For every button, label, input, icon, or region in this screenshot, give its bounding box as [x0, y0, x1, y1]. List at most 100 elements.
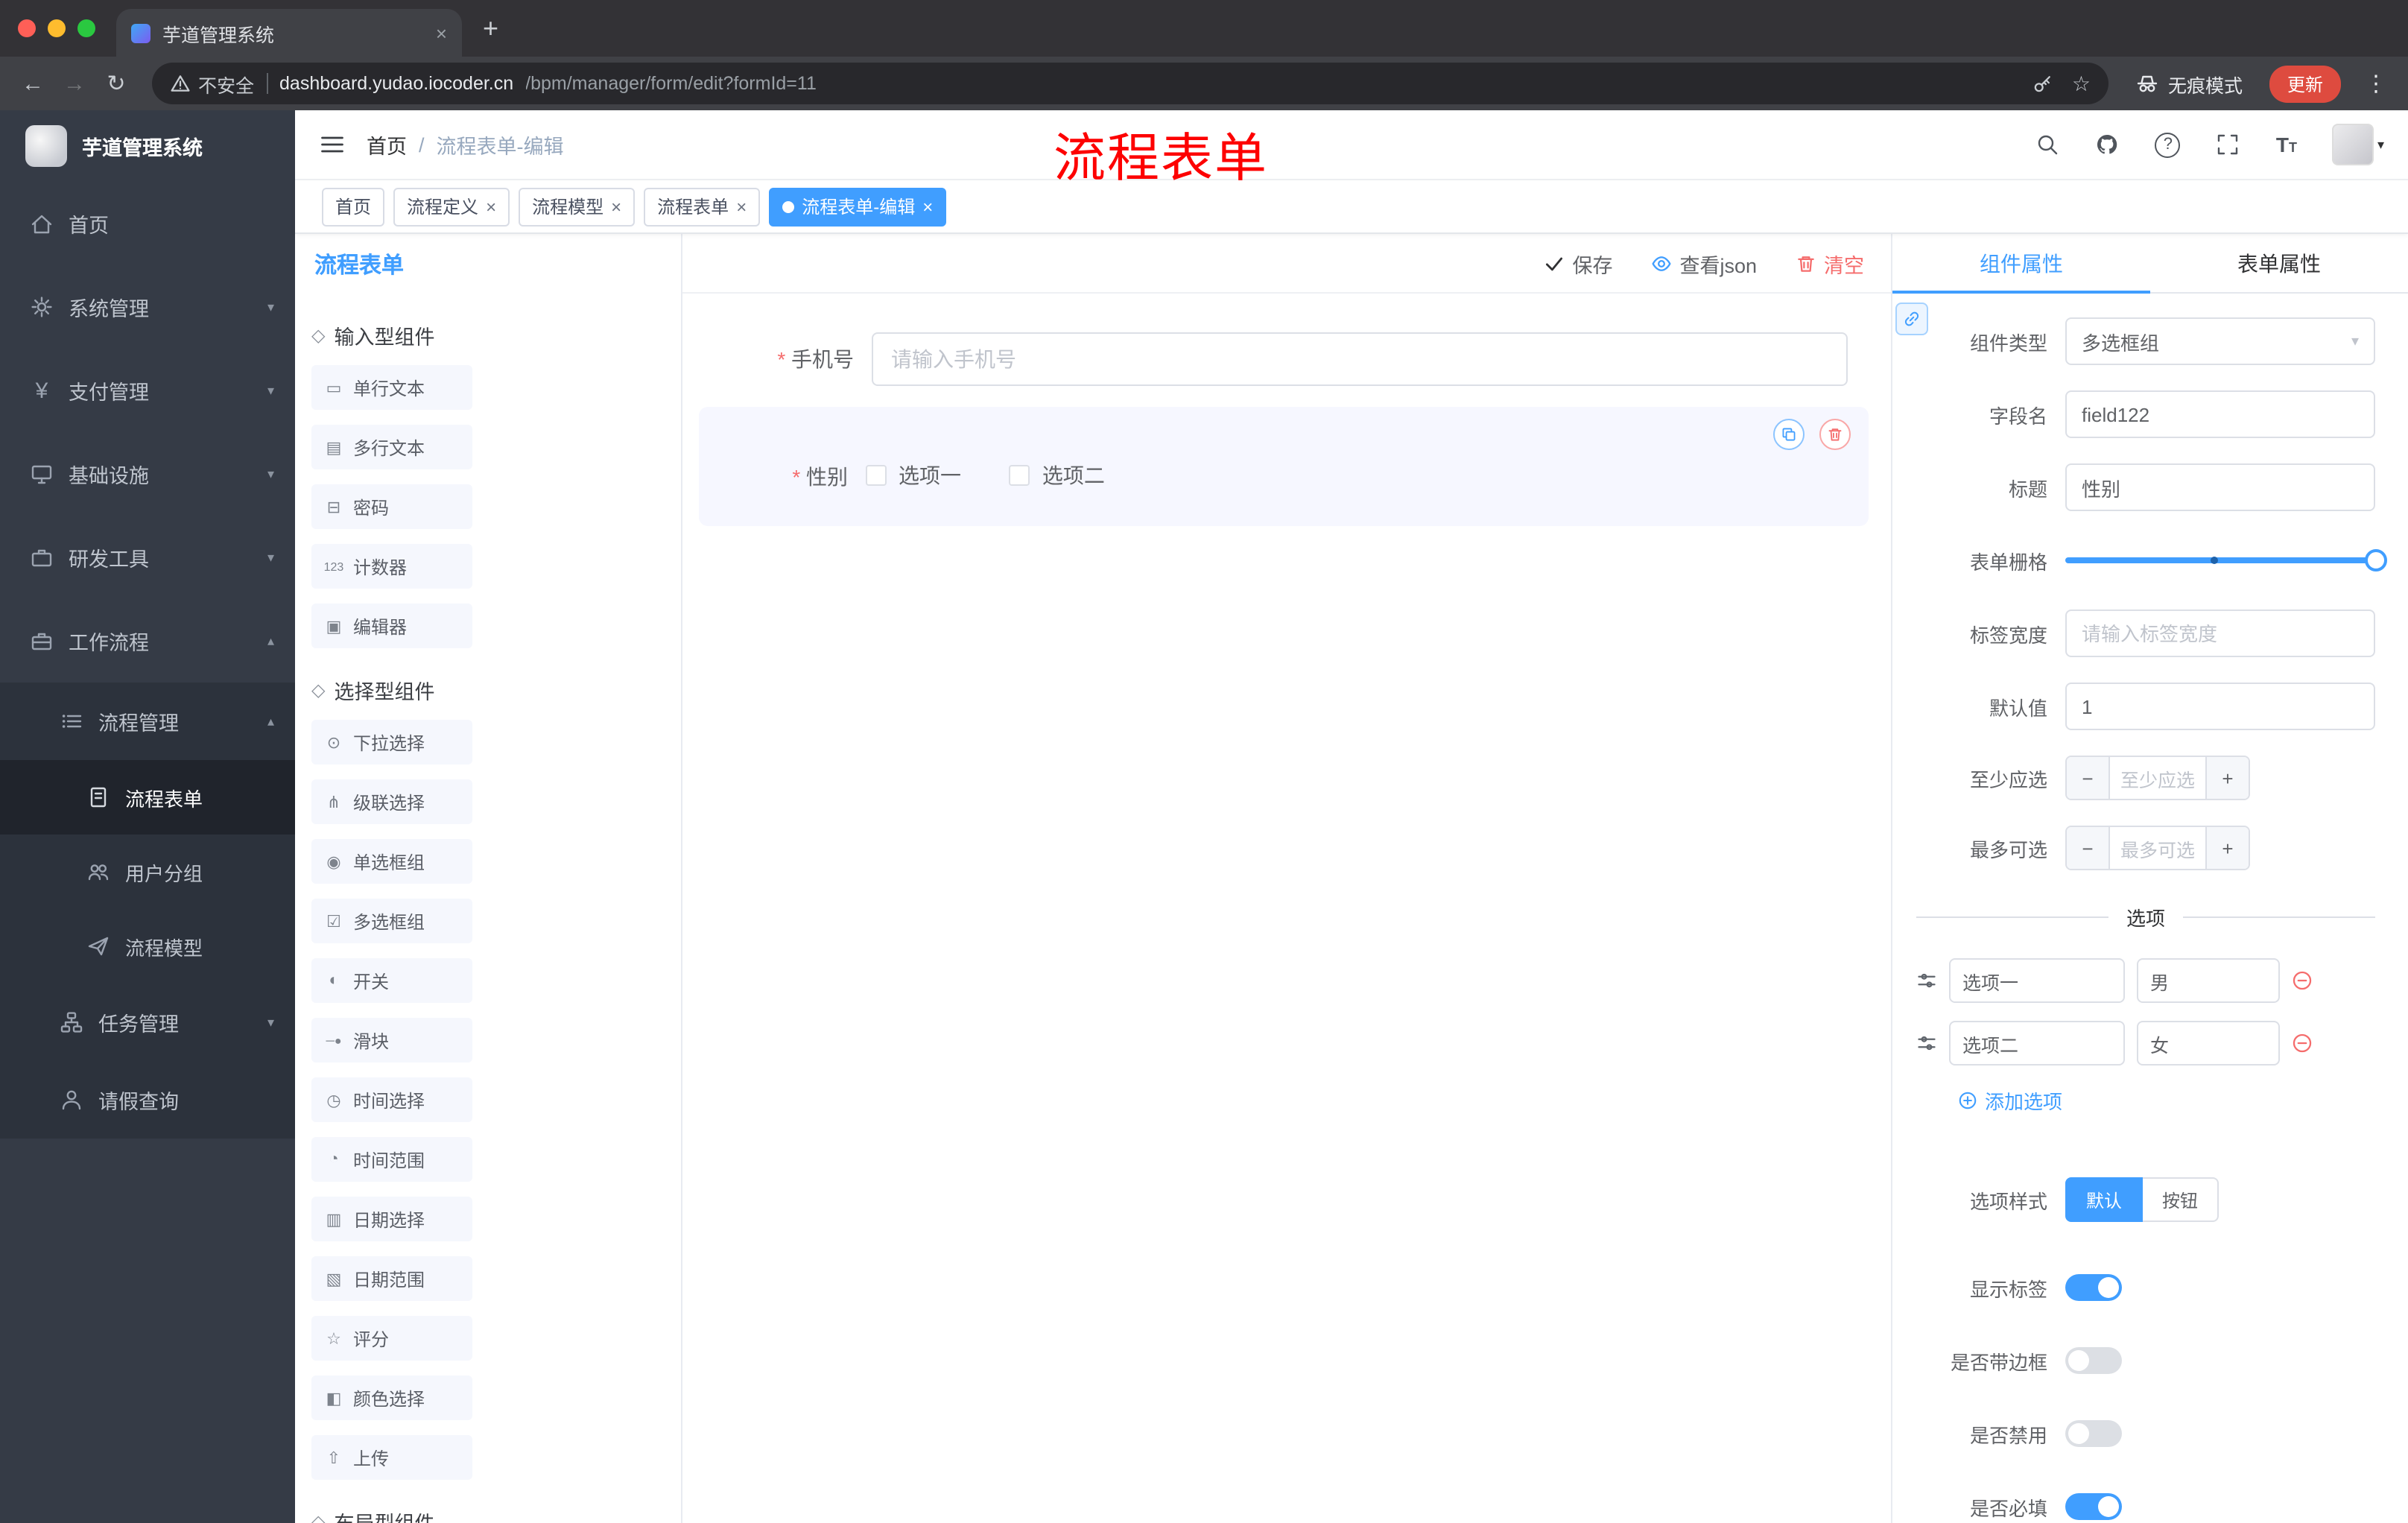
gender-option-2[interactable]: 选项二 — [1009, 460, 1105, 490]
tag-home[interactable]: 首页 — [322, 187, 385, 226]
tab-form-props[interactable]: 表单属性 — [2150, 234, 2408, 292]
tab-close-icon[interactable]: × — [436, 22, 447, 44]
stepper-minus-button[interactable]: − — [2067, 827, 2110, 869]
border-toggle[interactable] — [2065, 1347, 2122, 1374]
drag-handle-icon[interactable] — [1916, 970, 1937, 991]
canvas-field-phone[interactable]: 手机号 — [705, 332, 1848, 386]
tag-process-model[interactable]: 流程模型 × — [519, 187, 636, 226]
palette-item-switch[interactable]: ◐ 开关 — [311, 958, 472, 1003]
sidebar-item-payment[interactable]: ¥ 支付管理 ▾ — [0, 349, 295, 432]
palette-item-slider[interactable]: ─● 滑块 — [311, 1018, 472, 1063]
sidebar-item-process-management[interactable]: 流程管理 ▴ — [0, 683, 295, 760]
reload-button[interactable]: ↻ — [98, 70, 134, 97]
stepper-plus-button[interactable]: + — [2205, 757, 2249, 799]
show-label-toggle[interactable] — [2065, 1274, 2122, 1301]
remove-option-button[interactable] — [2292, 1033, 2313, 1054]
window-minimize-button[interactable] — [48, 19, 66, 37]
field-name-input[interactable] — [2065, 390, 2375, 438]
copy-component-button[interactable] — [1773, 419, 1805, 450]
sidebar-item-infrastructure[interactable]: 基础设施 ▾ — [0, 432, 295, 516]
required-toggle[interactable] — [2065, 1493, 2122, 1520]
label-width-input[interactable] — [2065, 609, 2375, 657]
gender-option-1[interactable]: 选项一 — [866, 460, 961, 490]
font-size-icon[interactable]: TT — [2276, 133, 2297, 156]
tag-close-icon[interactable]: × — [486, 196, 496, 217]
palette-item-upload[interactable]: ⇧ 上传 — [311, 1435, 472, 1480]
browser-update-button[interactable]: 更新 — [2269, 65, 2341, 102]
style-button-button[interactable]: 按钮 — [2143, 1177, 2220, 1222]
phone-input[interactable] — [872, 332, 1848, 386]
sidebar-item-leave-query[interactable]: 请假查询 — [0, 1061, 295, 1139]
browser-tab[interactable]: 芋道管理系统 × — [116, 9, 462, 57]
palette-item-cascader[interactable]: ⋔ 级联选择 — [311, 779, 472, 824]
stepper-plus-button[interactable]: + — [2205, 827, 2249, 869]
stepper-value[interactable]: 最多可选 — [2110, 827, 2205, 869]
palette-item-rate[interactable]: ☆ 评分 — [311, 1316, 472, 1361]
tag-close-icon[interactable]: × — [736, 196, 747, 217]
canvas-field-gender-selected[interactable]: 性别 选项一 选项二 — [699, 407, 1869, 526]
security-status[interactable]: 不安全 — [170, 69, 254, 98]
palette-item-time-range[interactable]: ◔ 时间范围 — [311, 1137, 472, 1182]
stepper-value[interactable]: 至少应选 — [2110, 757, 2205, 799]
delete-component-button[interactable] — [1819, 419, 1851, 450]
stepper-minus-button[interactable]: − — [2067, 757, 2110, 799]
palette-item-date-range[interactable]: ▧ 日期范围 — [311, 1256, 472, 1301]
sidebar-item-task-management[interactable]: 任务管理 ▾ — [0, 984, 295, 1061]
help-icon[interactable]: ? — [2155, 132, 2181, 157]
clear-button[interactable]: 清空 — [1796, 248, 1864, 278]
tag-close-icon[interactable]: × — [922, 196, 933, 217]
search-icon[interactable] — [2036, 133, 2060, 156]
window-zoom-button[interactable] — [77, 19, 95, 37]
window-close-button[interactable] — [18, 19, 36, 37]
palette-item-radio-group[interactable]: ◉ 单选框组 — [311, 839, 472, 884]
hamburger-icon[interactable] — [319, 131, 346, 158]
disabled-toggle[interactable] — [2065, 1420, 2122, 1447]
sidebar-item-system[interactable]: 系统管理 ▾ — [0, 265, 295, 349]
password-key-icon[interactable] — [2033, 73, 2054, 94]
fullscreen-icon[interactable] — [2217, 133, 2240, 156]
forward-button[interactable]: → — [57, 71, 92, 96]
option-label-input[interactable] — [1949, 1021, 2125, 1066]
sidebar-item-devtools[interactable]: 研发工具 ▾ — [0, 516, 295, 599]
option-label-input[interactable] — [1949, 958, 2125, 1003]
sidebar-item-process-form[interactable]: 流程表单 — [0, 760, 295, 835]
palette-item-multi-line-text[interactable]: ▤ 多行文本 — [311, 425, 472, 469]
palette-item-date-picker[interactable]: ▥ 日期选择 — [311, 1197, 472, 1241]
sidebar-item-user-group[interactable]: 用户分组 — [0, 835, 295, 909]
browser-menu-icon[interactable]: ⋮ — [2359, 70, 2393, 97]
user-avatar[interactable] — [2332, 124, 2374, 165]
view-json-button[interactable]: 查看json — [1651, 248, 1757, 278]
new-tab-button[interactable]: + — [483, 13, 498, 44]
address-bar[interactable]: 不安全 dashboard.yudao.iocoder.cn /bpm/mana… — [152, 63, 2108, 104]
back-button[interactable]: ← — [15, 71, 51, 96]
palette-item-checkbox-group[interactable]: ☑ 多选框组 — [311, 899, 472, 943]
palette-item-time-picker[interactable]: ◷ 时间选择 — [311, 1077, 472, 1122]
sidebar-item-workflow[interactable]: 工作流程 ▴ — [0, 599, 295, 683]
default-value-input[interactable] — [2065, 683, 2375, 730]
tag-process-form-edit[interactable]: 流程表单-编辑 × — [769, 187, 947, 226]
component-type-select[interactable]: 多选框组 ▾ — [2065, 317, 2375, 365]
style-default-button[interactable]: 默认 — [2065, 1177, 2144, 1222]
grid-slider[interactable] — [2065, 536, 2387, 584]
title-input[interactable] — [2065, 463, 2375, 511]
tag-process-definition[interactable]: 流程定义 × — [393, 187, 510, 226]
github-icon[interactable] — [2096, 133, 2120, 156]
palette-item-editor[interactable]: ▣ 编辑器 — [311, 604, 472, 648]
palette-item-select[interactable]: ⊙ 下拉选择 — [311, 720, 472, 764]
save-button[interactable]: 保存 — [1544, 248, 1612, 278]
remove-option-button[interactable] — [2292, 970, 2313, 991]
sidebar-item-process-model[interactable]: 流程模型 — [0, 909, 295, 984]
slider-handle[interactable] — [2365, 549, 2387, 571]
palette-item-single-line-text[interactable]: ▭ 单行文本 — [311, 365, 472, 410]
tag-process-form[interactable]: 流程表单 × — [644, 187, 761, 226]
add-option-button[interactable]: 添加选项 — [1958, 1086, 2062, 1115]
sidebar-item-home[interactable]: 首页 — [0, 182, 295, 265]
option-value-input[interactable] — [2137, 1021, 2280, 1066]
palette-item-password[interactable]: ⊟ 密码 — [311, 484, 472, 529]
palette-item-counter[interactable]: 123 计数器 — [311, 544, 472, 589]
link-badge[interactable] — [1895, 303, 1928, 335]
palette-item-color-picker[interactable]: ◧ 颜色选择 — [311, 1375, 472, 1420]
breadcrumb-home[interactable]: 首页 — [367, 130, 407, 159]
drag-handle-icon[interactable] — [1916, 1033, 1937, 1054]
tag-close-icon[interactable]: × — [611, 196, 621, 217]
